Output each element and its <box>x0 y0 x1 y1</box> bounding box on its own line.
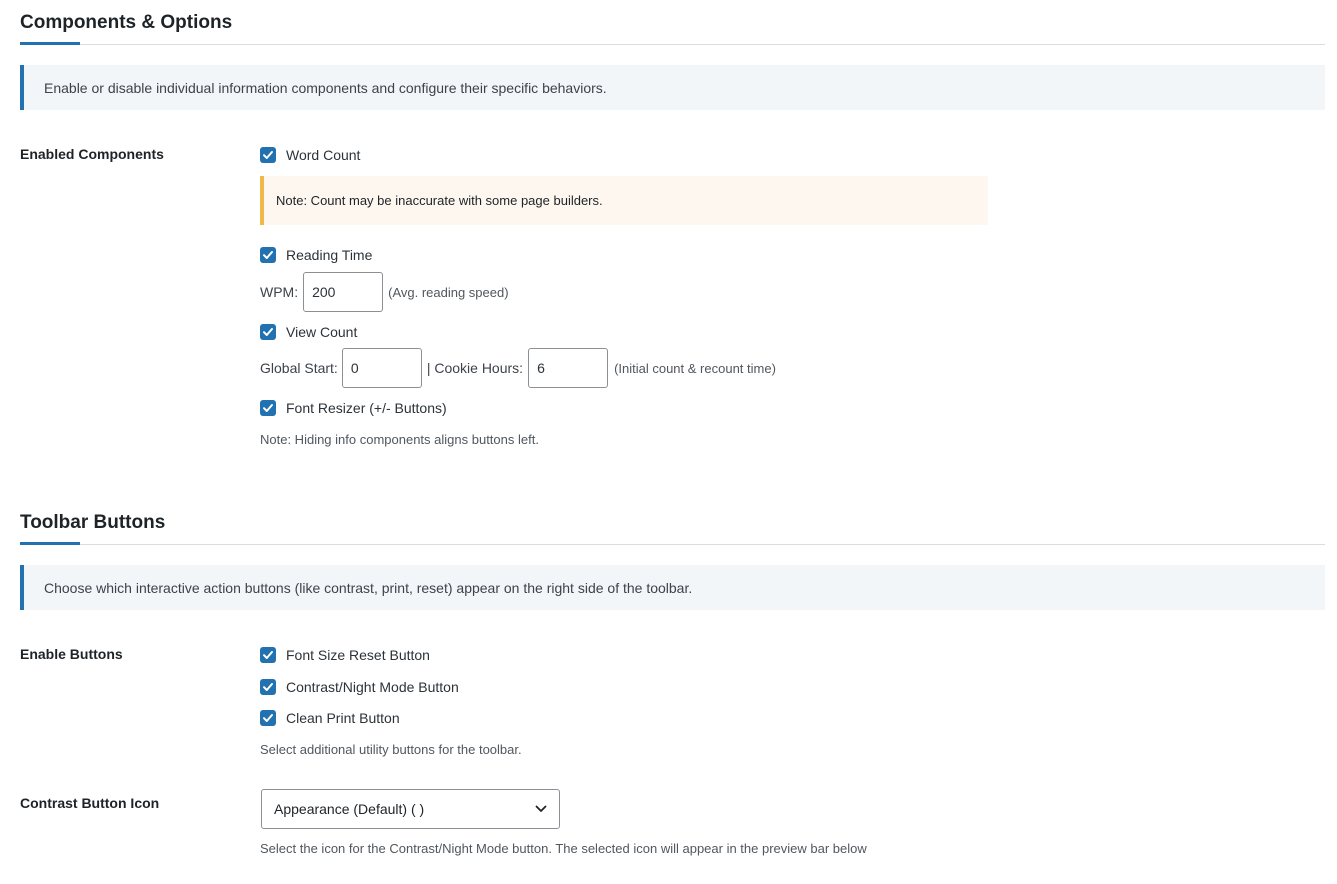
components-info-box: Enable or disable individual information… <box>20 65 1325 110</box>
view-count-checkbox[interactable] <box>260 324 276 340</box>
font-reset-label: Font Size Reset Button <box>286 647 430 663</box>
page-builder-warning: Note: Count may be inaccurate with some … <box>260 176 988 225</box>
components-description: Enable or disable individual information… <box>44 79 607 96</box>
section-title-underline <box>20 542 80 545</box>
global-start-label: Global Start: <box>260 360 338 376</box>
enable-buttons-label: Enable Buttons <box>20 646 123 662</box>
chevron-down-icon <box>535 805 547 812</box>
view-count-hint: (Initial count & recount time) <box>614 360 776 376</box>
checkmark-icon <box>263 683 273 691</box>
cookie-hours-label: | Cookie Hours: <box>426 360 524 376</box>
view-count-checkbox-row[interactable]: View Count <box>260 323 357 341</box>
reading-time-checkbox[interactable] <box>260 247 276 263</box>
font-resizer-checkbox[interactable] <box>260 400 276 416</box>
contrast-icon-selected-value: Appearance (Default) ( ) <box>274 801 425 817</box>
checkmark-icon <box>263 651 273 659</box>
contrast-checkbox[interactable] <box>260 679 276 695</box>
font-resizer-checkbox-row[interactable]: Font Resizer (+/- Buttons) <box>260 399 447 417</box>
contrast-checkbox-row[interactable]: Contrast/Night Mode Button <box>260 678 459 696</box>
word-count-checkbox[interactable] <box>260 147 276 163</box>
components-section-title: Components & Options <box>20 12 233 33</box>
word-count-checkbox-row[interactable]: Word Count <box>260 146 360 164</box>
font-resizer-label: Font Resizer (+/- Buttons) <box>286 400 447 416</box>
reading-time-label: Reading Time <box>286 247 373 263</box>
page-builder-note: Note: Count may be inaccurate with some … <box>276 193 603 208</box>
contrast-icon-note: Select the icon for the Contrast/Night M… <box>260 841 867 856</box>
section-title-underline <box>20 42 80 45</box>
contrast-icon-select[interactable]: Appearance (Default) ( ) <box>261 789 560 829</box>
toolbar-section-title: Toolbar Buttons <box>20 512 166 533</box>
checkmark-icon <box>263 404 273 412</box>
print-checkbox[interactable] <box>260 710 276 726</box>
cookie-hours-input[interactable] <box>528 348 609 388</box>
wpm-row: WPM: (Avg. reading speed) <box>260 272 509 312</box>
contrast-icon-label: Contrast Button Icon <box>20 795 160 811</box>
checkmark-icon <box>263 251 273 259</box>
section-divider <box>20 44 1325 45</box>
checkmark-icon <box>263 714 273 722</box>
word-count-label: Word Count <box>286 147 361 163</box>
font-reset-checkbox-row[interactable]: Font Size Reset Button <box>260 646 430 664</box>
checkmark-icon <box>263 328 273 336</box>
reading-time-checkbox-row[interactable]: Reading Time <box>260 246 372 264</box>
wpm-input[interactable] <box>303 272 384 312</box>
enabled-components-label: Enabled Components <box>20 146 164 162</box>
contrast-label: Contrast/Night Mode Button <box>286 679 459 695</box>
toolbar-info-box: Choose which interactive action buttons … <box>20 565 1325 610</box>
view-count-label: View Count <box>286 324 358 340</box>
checkmark-icon <box>263 151 273 159</box>
buttons-note: Select additional utility buttons for th… <box>260 742 522 757</box>
wpm-hint: (Avg. reading speed) <box>388 284 509 300</box>
print-checkbox-row[interactable]: Clean Print Button <box>260 709 400 727</box>
hiding-components-note: Note: Hiding info components aligns butt… <box>260 432 539 447</box>
print-label: Clean Print Button <box>286 710 400 726</box>
settings-page: Components & Options Enable or disable i… <box>0 0 1337 884</box>
view-count-settings-row: Global Start: | Cookie Hours: (Initial c… <box>260 348 776 388</box>
section-divider <box>20 544 1325 545</box>
wpm-label: WPM: <box>260 284 299 300</box>
toolbar-description: Choose which interactive action buttons … <box>44 579 693 596</box>
font-reset-checkbox[interactable] <box>260 647 276 663</box>
global-start-input[interactable] <box>341 348 422 388</box>
